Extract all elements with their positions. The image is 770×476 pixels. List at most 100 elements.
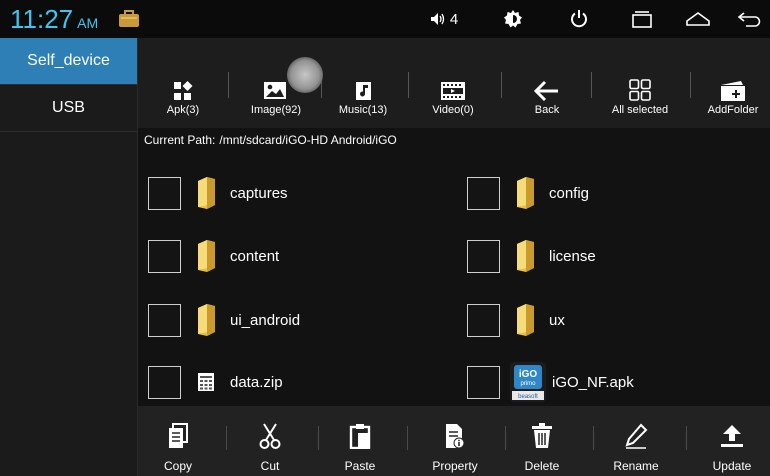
select-all-button[interactable]: All selected bbox=[598, 38, 682, 128]
action-bar: Copy Cut Paste Property Delete Rename Up… bbox=[138, 406, 770, 476]
briefcase-icon bbox=[118, 0, 140, 38]
copy-button[interactable]: Copy bbox=[146, 406, 210, 476]
action-label: Copy bbox=[163, 459, 192, 473]
file-checkbox[interactable] bbox=[467, 239, 500, 273]
home-icon bbox=[686, 12, 710, 26]
property-button[interactable]: Property bbox=[418, 406, 492, 476]
action-label: Update bbox=[712, 459, 752, 473]
volume-level: 4 bbox=[449, 10, 459, 28]
delete-button[interactable]: Delete bbox=[510, 406, 574, 476]
file-name: ux bbox=[549, 311, 565, 329]
action-divider bbox=[407, 426, 408, 450]
file-item[interactable]: data.zip bbox=[148, 361, 283, 403]
file-checkbox[interactable] bbox=[148, 239, 181, 273]
back-nav-button[interactable] bbox=[736, 0, 764, 38]
brightness-icon bbox=[504, 10, 522, 28]
action-divider bbox=[686, 426, 687, 450]
filter-music-button[interactable]: Music(13) bbox=[328, 38, 398, 128]
file-name: iGO_NF.apk bbox=[552, 373, 634, 391]
action-divider bbox=[593, 426, 594, 450]
folder-icon bbox=[513, 175, 537, 211]
pencil-icon bbox=[624, 419, 648, 453]
action-label: Property bbox=[432, 459, 478, 473]
paste-button[interactable]: Paste bbox=[328, 406, 392, 476]
action-label: Delete bbox=[524, 459, 560, 473]
upload-icon bbox=[719, 419, 745, 453]
file-item[interactable]: iGO primo beasoft iGO_NF.apk bbox=[467, 361, 634, 403]
add-folder-icon bbox=[719, 64, 747, 102]
toolbar-label: Back bbox=[534, 104, 560, 116]
sidebar-item-usb[interactable]: USB bbox=[0, 85, 137, 132]
file-item[interactable]: license bbox=[467, 235, 596, 277]
file-checkbox[interactable] bbox=[467, 176, 500, 210]
file-checkbox[interactable] bbox=[467, 303, 500, 337]
file-item[interactable]: ux bbox=[467, 299, 565, 341]
toolbar-divider bbox=[501, 72, 502, 98]
select-all-icon bbox=[628, 64, 652, 102]
brightness-button[interactable] bbox=[500, 0, 526, 38]
file-name: ui_android bbox=[230, 311, 301, 329]
folder-icon bbox=[194, 302, 218, 338]
action-label: Cut bbox=[260, 459, 280, 473]
toolbar-divider bbox=[408, 72, 409, 98]
power-button[interactable] bbox=[566, 0, 592, 38]
toolbar-label: All selected bbox=[611, 104, 669, 116]
rename-button[interactable]: Rename bbox=[603, 406, 669, 476]
igo-app-icon: iGO primo beasoft bbox=[510, 362, 546, 402]
toolbar-label: Image(92) bbox=[250, 104, 302, 116]
current-path-label: Current Path: bbox=[144, 133, 216, 147]
back-arrow-icon bbox=[534, 64, 560, 102]
paste-icon bbox=[349, 419, 371, 453]
file-item[interactable]: config bbox=[467, 172, 589, 214]
volume-button[interactable]: 4 bbox=[418, 0, 470, 38]
folder-icon bbox=[194, 175, 218, 211]
sidebar-item-self-device[interactable]: Self_device bbox=[0, 38, 137, 85]
toolbar-label: Apk(3) bbox=[166, 104, 200, 116]
file-name: data.zip bbox=[230, 373, 283, 391]
cut-button[interactable]: Cut bbox=[238, 406, 302, 476]
zip-file-icon bbox=[194, 364, 218, 400]
add-folder-button[interactable]: AddFolder bbox=[700, 38, 766, 128]
update-button[interactable]: Update bbox=[700, 406, 764, 476]
music-icon bbox=[352, 64, 374, 102]
toolbar: Apk(3) Image(92) Music(13) Video(0) Back… bbox=[138, 38, 770, 128]
action-label: Rename bbox=[613, 459, 659, 473]
sidebar: Self_device USB bbox=[0, 38, 138, 476]
file-name: license bbox=[549, 247, 596, 265]
current-path-value: /mnt/sdcard/iGO-HD Android/iGO bbox=[219, 133, 397, 147]
file-item[interactable]: captures bbox=[148, 172, 288, 214]
filter-video-button[interactable]: Video(0) bbox=[414, 38, 492, 128]
igo-logo-text: iGO bbox=[519, 369, 538, 380]
folder-icon bbox=[513, 302, 537, 338]
toolbar-divider bbox=[690, 72, 691, 98]
file-item[interactable]: ui_android bbox=[148, 299, 300, 341]
image-icon bbox=[263, 64, 289, 102]
trash-icon bbox=[531, 419, 553, 453]
file-name: config bbox=[549, 184, 590, 202]
recent-apps-icon bbox=[632, 11, 652, 28]
back-button[interactable]: Back bbox=[512, 38, 582, 128]
file-name: captures bbox=[230, 184, 288, 202]
action-divider bbox=[226, 426, 227, 450]
toolbar-divider bbox=[228, 72, 229, 98]
toolbar-label: Music(13) bbox=[338, 104, 388, 116]
file-checkbox[interactable] bbox=[148, 303, 181, 337]
clock-ampm: AM bbox=[77, 15, 99, 31]
sidebar-item-label: USB bbox=[52, 99, 85, 116]
apk-icon bbox=[172, 64, 194, 102]
power-icon bbox=[571, 10, 587, 28]
recent-apps-button[interactable] bbox=[628, 0, 656, 38]
folder-icon bbox=[513, 238, 537, 274]
clock: 11:27 AM bbox=[10, 4, 98, 35]
file-checkbox[interactable] bbox=[467, 365, 500, 399]
property-icon bbox=[444, 419, 466, 453]
file-checkbox[interactable] bbox=[148, 176, 181, 210]
back-nav-icon bbox=[737, 12, 761, 27]
igo-logo-brand: beasoft bbox=[518, 394, 538, 400]
home-button[interactable] bbox=[684, 0, 712, 38]
file-item[interactable]: content bbox=[148, 235, 279, 277]
touch-indicator bbox=[287, 57, 323, 93]
file-checkbox[interactable] bbox=[148, 365, 181, 399]
igo-logo-subtext: primo bbox=[520, 381, 536, 387]
filter-apk-button[interactable]: Apk(3) bbox=[148, 38, 218, 128]
